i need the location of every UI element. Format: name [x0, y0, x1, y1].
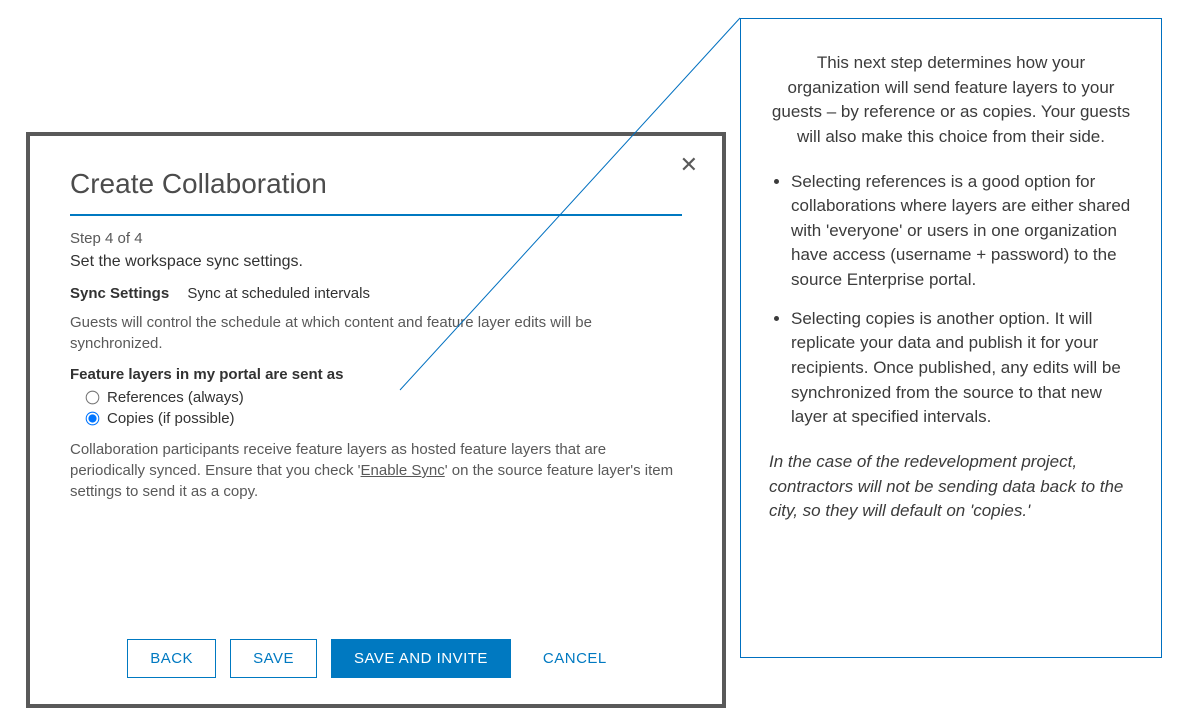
title-divider — [70, 214, 682, 216]
save-button[interactable]: SAVE — [230, 639, 317, 678]
dialog-body: ✕ Create Collaboration Step 4 of 4 Set t… — [30, 136, 722, 704]
radio-copies-input[interactable] — [86, 412, 100, 426]
panel-bullet-references: Selecting references is a good option fo… — [791, 170, 1133, 293]
save-and-invite-button[interactable]: SAVE AND INVITE — [331, 639, 511, 678]
explanation-panel: This next step determines how your organ… — [740, 18, 1162, 658]
feature-layers-sent-as-label: Feature layers in my portal are sent as — [70, 366, 682, 383]
enable-sync-link[interactable]: Enable Sync — [361, 462, 445, 479]
radio-option-references[interactable]: References (always) — [70, 389, 682, 406]
radio-copies-label: Copies (if possible) — [107, 410, 235, 427]
cancel-button[interactable]: CANCEL — [525, 640, 625, 677]
create-collaboration-dialog: ✕ Create Collaboration Step 4 of 4 Set t… — [26, 132, 726, 708]
close-icon[interactable]: ✕ — [680, 154, 698, 176]
dialog-subtitle: Set the workspace sync settings. — [70, 253, 682, 271]
panel-intro: This next step determines how your organ… — [769, 51, 1133, 150]
radio-option-copies[interactable]: Copies (if possible) — [70, 410, 682, 427]
radio-references-label: References (always) — [107, 389, 244, 406]
sync-settings-label: Sync Settings — [70, 285, 169, 302]
sync-settings-row: Sync Settings Sync at scheduled interval… — [70, 285, 682, 302]
back-button[interactable]: BACK — [127, 639, 216, 678]
panel-bullet-list: Selecting references is a good option fo… — [769, 170, 1133, 430]
dialog-title: Create Collaboration — [70, 168, 682, 200]
copies-description: Collaboration participants receive featu… — [70, 439, 682, 502]
sync-settings-value: Sync at scheduled intervals — [187, 285, 370, 302]
sync-settings-description: Guests will control the schedule at whic… — [70, 312, 682, 354]
dialog-button-bar: BACK SAVE SAVE AND INVITE CANCEL — [30, 639, 722, 678]
radio-references-input[interactable] — [86, 391, 100, 405]
panel-bullet-copies: Selecting copies is another option. It w… — [791, 307, 1133, 430]
panel-scenario: In the case of the redevelopment project… — [769, 450, 1133, 524]
step-indicator: Step 4 of 4 — [70, 230, 682, 247]
